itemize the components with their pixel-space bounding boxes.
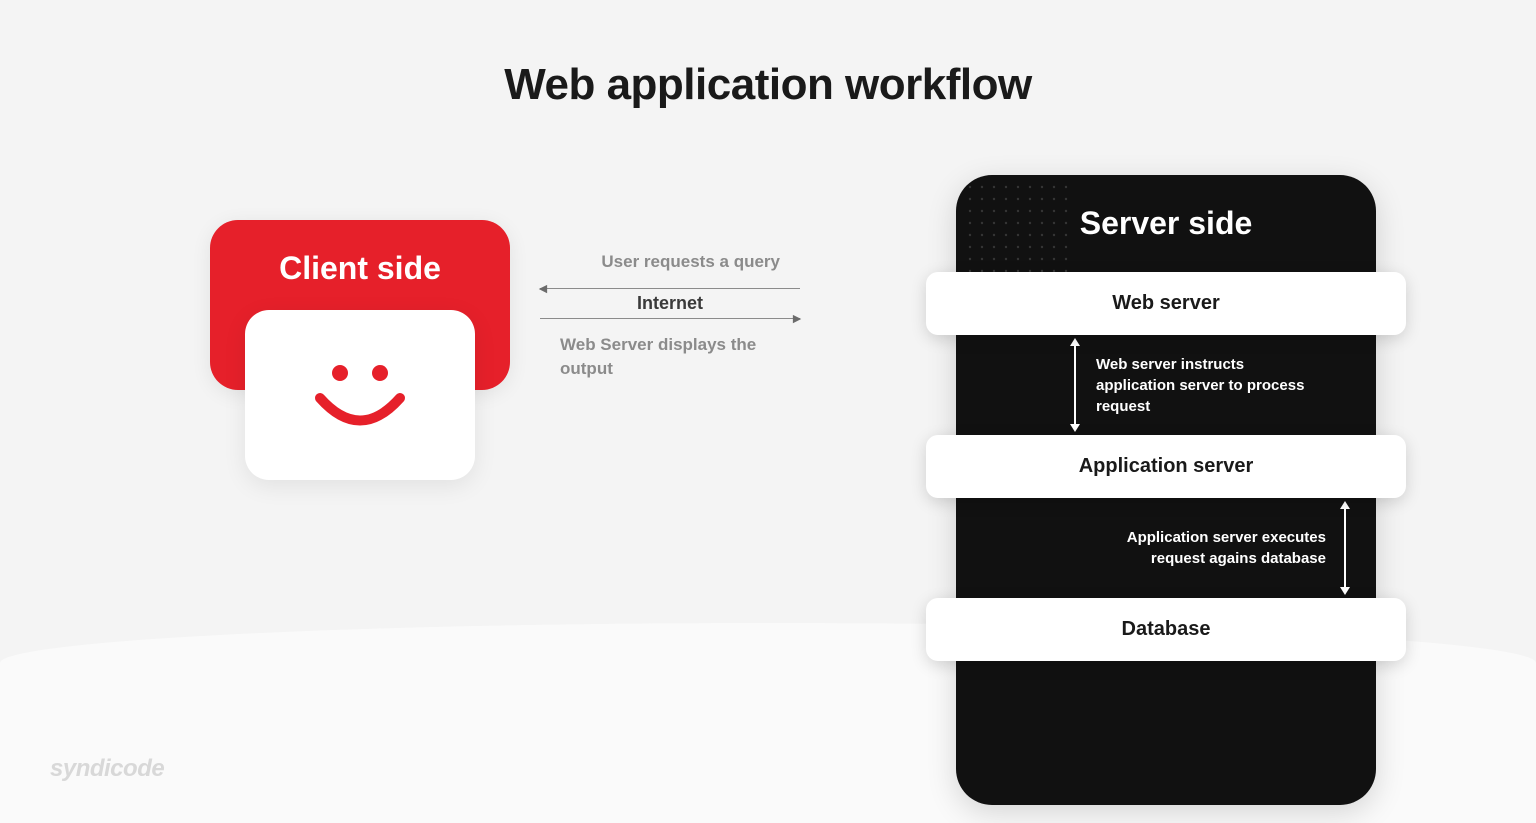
web-server-layer: Web server (926, 272, 1406, 335)
client-face-card (245, 310, 475, 480)
smiley-icon (295, 343, 425, 448)
request-label: User requests a query (540, 250, 800, 274)
double-arrow-icon (1074, 343, 1076, 427)
server-side-card: Server side Web server Web server instru… (956, 175, 1376, 805)
arrow-to-client-icon (540, 288, 800, 289)
web-to-app-label: Web server instructs application server … (1096, 354, 1316, 417)
double-arrow-icon (1344, 506, 1346, 590)
arrow-to-server-icon: ► (540, 318, 800, 319)
client-side-label: Client side (279, 250, 441, 286)
internet-label: Internet (540, 293, 800, 314)
response-label: Web Server displays the output (540, 333, 800, 381)
internet-connector: User requests a query Internet ► Web Ser… (540, 250, 800, 380)
server-layers: Web server Web server instructs applicat… (956, 272, 1376, 661)
watermark-logo: syndicode (50, 755, 164, 783)
web-to-app-gap: Web server instructs application server … (956, 335, 1376, 435)
internet-arrows: Internet ► (540, 288, 800, 319)
app-to-db-label: Application server executes request agai… (1106, 527, 1326, 569)
client-side-card: Client side (210, 220, 510, 480)
database-layer: Database (926, 598, 1406, 661)
application-server-layer: Application server (926, 435, 1406, 498)
diagram-title: Web application workflow (504, 60, 1031, 110)
app-to-db-gap: Application server executes request agai… (956, 498, 1376, 598)
